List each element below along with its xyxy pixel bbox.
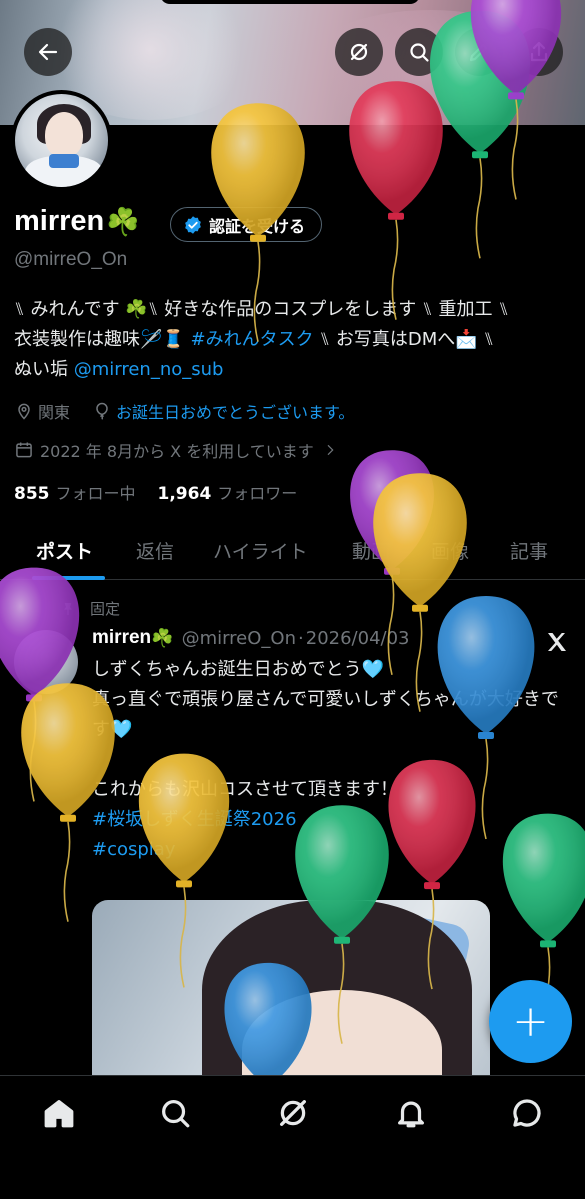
following-label: フォロー中	[55, 484, 136, 503]
search-icon	[162, 1100, 190, 1128]
post-author-avatar[interactable]	[14, 630, 78, 694]
post-media-image[interactable]	[92, 900, 490, 1080]
followers-count: 1,964	[157, 484, 212, 504]
x-logo-icon[interactable]	[545, 630, 569, 654]
post-date[interactable]: 2026/04/03	[306, 628, 410, 649]
home-icon	[44, 1100, 74, 1128]
verified-badge-icon	[185, 215, 201, 234]
following-link[interactable]: 855 フォロー中	[14, 480, 136, 504]
nav-explore[interactable]	[158, 1096, 192, 1130]
bio-text: ⑊ お写真はDMへ📩 ⑊	[313, 329, 495, 350]
compose-post-button[interactable]: +	[489, 980, 572, 1063]
post-author-name[interactable]: mirren	[92, 627, 151, 649]
display-name: mirren	[14, 205, 105, 237]
post-separator: ·	[298, 627, 304, 649]
bio-line: ぬい垢 @mirren_no_sub	[14, 355, 579, 385]
post-hashtag[interactable]: #桜坂しずく生誕祭2026	[92, 809, 297, 830]
nav-home[interactable]	[42, 1096, 76, 1130]
post-hashtag[interactable]: #cosplay	[92, 839, 175, 860]
post-body[interactable]: しずくちゃんお誕生日おめでとう🩵 真っ直ぐで頑張り屋さんで可愛いしずくちゃんが大…	[92, 655, 572, 865]
post-author-emoji: ☘️	[151, 627, 174, 649]
search-button[interactable]	[395, 28, 443, 76]
post-author-handle[interactable]: @mirreO_On	[182, 628, 296, 649]
nav-notifications[interactable]	[394, 1096, 428, 1130]
name-emoji: ☘️	[106, 206, 140, 238]
profile-tabs: ポスト 返信 ハイライト 動画 画像 記事	[0, 520, 585, 580]
bottom-navigation	[0, 1075, 585, 1199]
status-bar-notch	[160, 0, 420, 4]
followers-link[interactable]: 1,964 フォロワー	[158, 480, 298, 504]
pin-icon	[64, 602, 72, 615]
bell-icon	[398, 1101, 424, 1128]
bio-text: 衣装製作は趣味🪡🧵	[14, 329, 191, 350]
pencil-icon	[469, 43, 488, 62]
share-button[interactable]	[515, 28, 563, 76]
compose-plus-icon: +	[512, 996, 549, 1047]
grok-icon	[350, 43, 368, 61]
share-icon	[530, 41, 548, 62]
location-pin-icon	[18, 403, 30, 420]
pinned-indicator: 固定	[60, 598, 120, 619]
profile-location: 関東	[38, 403, 71, 422]
avatar-face	[45, 112, 83, 158]
avatar-scarf	[49, 154, 79, 168]
post-text: しずくちゃんお誕生日おめでとう🩵 真っ直ぐで頑張り屋さんで可愛いしずくちゃんが大…	[92, 659, 559, 800]
bio-line: 衣装製作は趣味🪡🧵 #みれんタスク ⑊ お写真はDMへ📩 ⑊	[14, 325, 579, 355]
get-verified-button[interactable]: 認証を受ける	[170, 207, 323, 242]
profile-handle: @mirreO_On	[14, 249, 128, 270]
calendar-icon	[16, 442, 32, 458]
tab-videos[interactable]: 動画	[352, 537, 390, 564]
profile-avatar[interactable]	[11, 90, 112, 191]
pinned-label: 固定	[90, 600, 121, 618]
chevron-right-icon	[327, 444, 334, 456]
active-tab-indicator	[32, 576, 105, 580]
tab-highlights[interactable]: ハイライト	[213, 537, 308, 564]
nav-messages[interactable]	[510, 1096, 544, 1130]
edit-button[interactable]	[455, 28, 503, 76]
nav-grok[interactable]	[276, 1096, 310, 1130]
follow-counts: 855 フォロー中 1,964 フォロワー	[14, 480, 297, 504]
tab-posts[interactable]: ポスト	[36, 537, 93, 564]
grok-icon	[280, 1100, 306, 1126]
tab-replies[interactable]: 返信	[136, 537, 174, 564]
search-icon	[410, 43, 429, 62]
profile-birthday[interactable]: お誕生日おめでとうございます。	[116, 399, 354, 423]
arrow-left-icon	[38, 43, 58, 61]
get-verified-label: 認証を受ける	[209, 216, 306, 236]
profile-joined-row[interactable]: 2022 年 8月から X を利用しています	[14, 438, 344, 462]
following-count: 855	[14, 484, 50, 504]
post-header: mirren ☘️ @mirreO_On · 2026/04/03	[92, 627, 410, 649]
bio-hashtag[interactable]: #みれんタスク	[191, 329, 314, 350]
profile-name-row: mirren ☘️	[14, 205, 140, 238]
followers-label: フォロワー	[217, 484, 298, 503]
profile-joined: 2022 年 8月から X を利用しています	[40, 442, 314, 461]
tab-articles[interactable]: 記事	[510, 537, 548, 564]
profile-meta-row: 関東 お誕生日おめでとうございます。	[14, 399, 354, 423]
bio-line: ⑊ みれんです ☘️⑊ 好きな作品のコスプレをします ⑊ 重加工 ⑊	[14, 299, 510, 320]
back-button[interactable]	[24, 28, 72, 76]
tab-media[interactable]: 画像	[431, 537, 469, 564]
profile-bio: ⑊ みれんです ☘️⑊ 好きな作品のコスプレをします ⑊ 重加工 ⑊ 衣装製作は…	[14, 295, 579, 385]
balloon-icon	[96, 402, 108, 420]
bio-mention-link[interactable]: @mirren_no_sub	[74, 359, 224, 380]
grok-button[interactable]	[335, 28, 383, 76]
message-icon	[513, 1099, 541, 1127]
bio-text: ぬい垢	[14, 359, 74, 380]
